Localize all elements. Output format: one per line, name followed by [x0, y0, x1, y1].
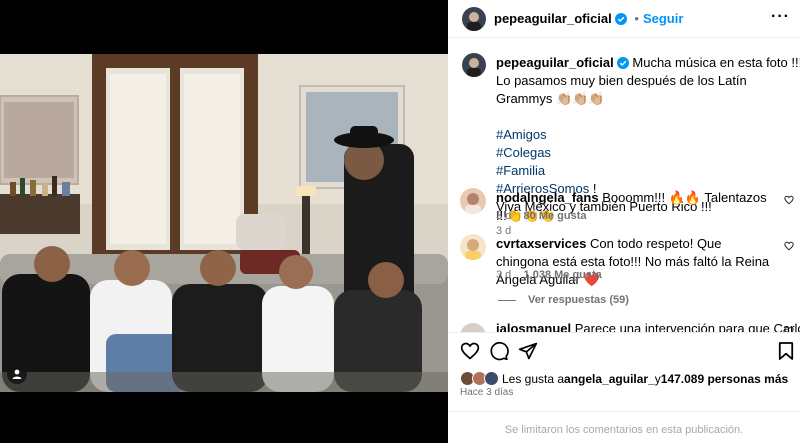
comment-item-partial: jalosmanuel Parece una intervención para… — [448, 318, 800, 332]
comment-username[interactable]: nodalngela_fans — [496, 190, 599, 205]
separator-dot: • — [634, 11, 639, 26]
likes-summary: Les gusta a angela_aguilar_ y 147.089 pe… — [460, 371, 788, 386]
verified-badge-icon — [616, 57, 629, 69]
likes-count[interactable]: 147.089 personas más — [661, 372, 788, 386]
hashtag-link[interactable]: #Amigos — [496, 126, 792, 144]
hashtag-link[interactable]: #Familia — [496, 162, 792, 180]
likes-prefix: Les gusta a — [502, 371, 565, 386]
user-tag-icon — [12, 369, 22, 379]
comment-text: Parece una intervención para que Carlos … — [574, 321, 800, 332]
view-replies-button[interactable]: Ver respuestas (59) — [498, 294, 629, 306]
caption-username[interactable]: pepeaguilar_oficial — [496, 55, 614, 70]
comment-meta: 3 d 80 Me gusta — [496, 210, 587, 222]
author-username[interactable]: pepeaguilar_oficial — [494, 11, 612, 26]
comment-time: 3 d — [496, 269, 512, 281]
comment-username[interactable]: jalosmanuel — [496, 321, 571, 332]
comment-likes[interactable]: 1,038 Me gusta — [524, 269, 602, 281]
liker-avatars[interactable] — [460, 371, 502, 386]
follow-button[interactable]: Seguir — [643, 11, 683, 26]
view-replies-label[interactable]: Ver respuestas (59) — [528, 294, 629, 306]
comment-like-icon[interactable] — [784, 195, 794, 205]
post-photo[interactable] — [0, 54, 448, 392]
comment-username[interactable]: cvrtaxservices — [496, 236, 586, 251]
bookmark-icon[interactable] — [778, 341, 794, 361]
post-time: Hace 3 días — [460, 387, 514, 398]
comments-disabled-notice: Se limitaron los comentarios en esta pub… — [504, 424, 744, 436]
caption-line-2: Lo pasamos muy bien después de los Latín… — [496, 73, 747, 106]
replies-line — [498, 299, 516, 301]
post-side-panel: pepeaguilar_oficial • Seguir ··· pepeagui… — [448, 0, 800, 443]
post-media-panel — [0, 0, 448, 443]
share-icon[interactable] — [518, 341, 538, 361]
comment-likes[interactable]: 80 Me gusta — [524, 210, 587, 222]
commenter-avatar[interactable] — [460, 323, 486, 332]
hashtag-link[interactable]: #Colegas — [496, 144, 792, 162]
footer-divider — [448, 411, 800, 412]
heart-icon[interactable] — [460, 341, 480, 361]
comment-time: 3 d — [496, 210, 512, 222]
commenter-avatar[interactable] — [460, 188, 486, 214]
actions-divider — [448, 332, 800, 333]
author-avatar[interactable] — [462, 7, 486, 31]
more-options-button[interactable]: ··· — [771, 8, 790, 26]
caption-avatar[interactable] — [462, 53, 486, 77]
liker-username[interactable]: angela_aguilar_ — [564, 372, 655, 386]
caption-line-1: Mucha música en esta foto !!! — [632, 55, 800, 70]
user-tag-button[interactable] — [7, 364, 27, 384]
verified-badge-icon — [614, 13, 627, 25]
comment-icon[interactable] — [489, 341, 509, 361]
comment-like-icon[interactable] — [784, 241, 794, 251]
commenter-avatar[interactable] — [460, 234, 486, 260]
post-header: pepeaguilar_oficial • Seguir ··· — [448, 0, 800, 38]
comment-meta: 3 d 1,038 Me gusta — [496, 269, 602, 281]
